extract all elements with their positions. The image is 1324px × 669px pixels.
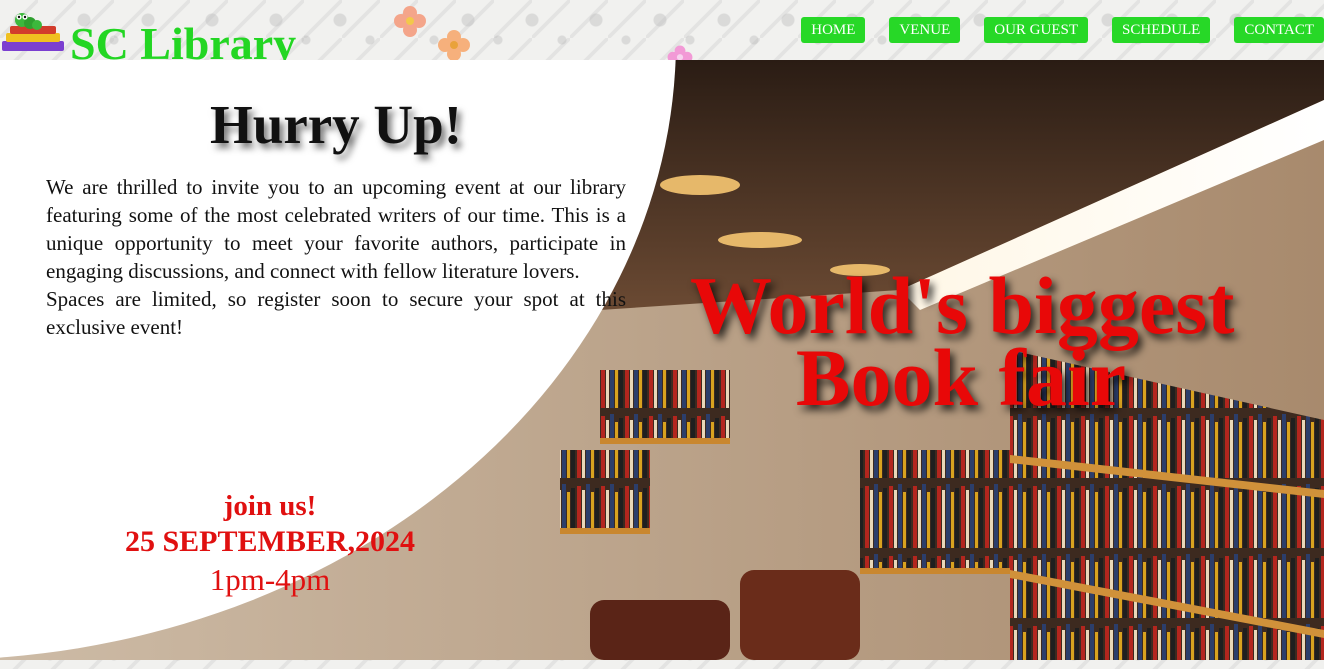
book-fair-headline: World's biggest Book fair	[690, 265, 1324, 423]
nav-home-button[interactable]: HOME	[801, 17, 866, 43]
nav-schedule-button[interactable]: SCHEDULE	[1112, 17, 1211, 43]
join-us-text: join us!	[223, 490, 317, 522]
headline-line-2: Book fair	[795, 332, 1127, 423]
nav-venue-button[interactable]: VENUE	[889, 17, 961, 43]
flower-decoration-icon	[394, 6, 426, 37]
bookworm-on-books-icon[interactable]	[0, 4, 66, 56]
nav-contact-button[interactable]: CONTACT	[1234, 17, 1324, 43]
event-time: 1pm-4pm	[209, 562, 331, 597]
event-date: 25 SEPTEMBER,2024	[124, 525, 416, 558]
hero-section: Hurry Up! We are thrilled to invite you …	[0, 60, 1324, 660]
flower-decoration-icon	[438, 30, 470, 61]
nav-our-guest-button[interactable]: OUR GUEST	[984, 17, 1089, 43]
invitation-paragraph: We are thrilled to invite you to an upco…	[46, 175, 626, 283]
invitation-paragraph: Spaces are limited, so register soon to …	[46, 287, 626, 339]
invitation-text: We are thrilled to invite you to an upco…	[46, 173, 626, 341]
event-details: join us! 25 SEPTEMBER,2024 1pm-4pm	[60, 488, 480, 600]
main-nav: HOME VENUE OUR GUEST SCHEDULE CONTACT	[801, 17, 1324, 43]
hurry-up-heading: Hurry Up!	[209, 94, 463, 155]
site-header: SC Library HOME VENUE OUR GUEST SCHEDULE…	[0, 0, 1324, 70]
